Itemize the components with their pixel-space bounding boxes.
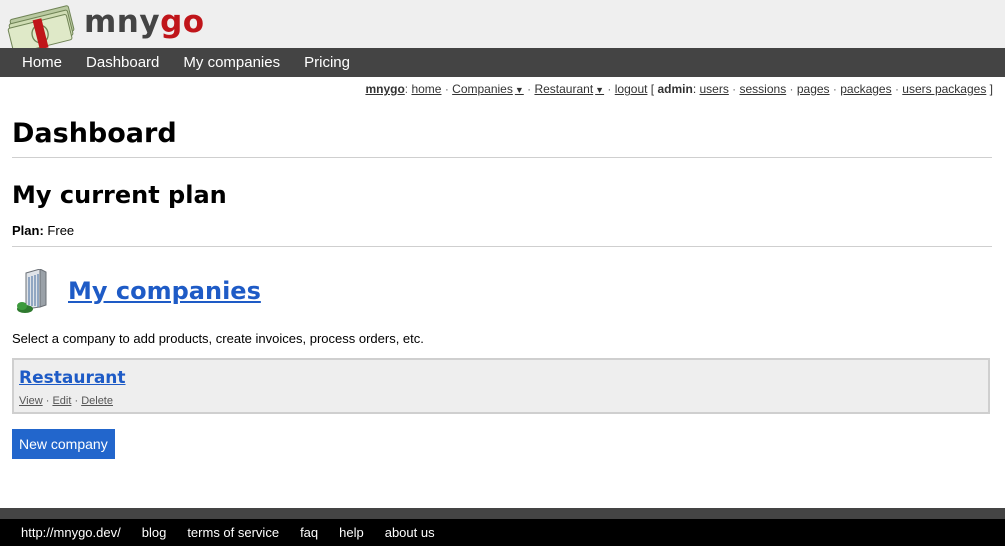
admin-sessions-link[interactable]: sessions [740, 82, 787, 96]
page-title: Dashboard [12, 118, 177, 149]
plan-label: Plan: [12, 223, 44, 238]
company-view-link[interactable]: View [19, 395, 43, 407]
companies-header: My companies [12, 247, 992, 315]
admin-bar: mnygo: home · Companies ▼ · Restaurant ▼ ·… [365, 82, 993, 96]
money-stack-icon [7, 5, 75, 48]
company-edit-link[interactable]: Edit [52, 395, 71, 407]
admin-brand-link[interactable]: mnygo [365, 82, 404, 96]
nav-pricing[interactable]: Pricing [292, 48, 362, 77]
admin-users-link[interactable]: users [699, 82, 728, 96]
logo-text: mnygo [84, 4, 205, 40]
companies-hint: Select a company to add products, create… [12, 331, 424, 346]
footer-terms-link[interactable]: terms of service [187, 525, 279, 540]
company-card: Restaurant View · Edit · Delete [12, 358, 990, 414]
building-icon [17, 269, 47, 313]
plan-value: Free [47, 223, 75, 238]
plan-line: Plan: Free [12, 213, 992, 246]
chevron-down-icon: ▼ [595, 85, 605, 95]
logo[interactable]: mnygo [6, 2, 205, 48]
my-companies-heading-link[interactable]: My companies [68, 277, 261, 305]
chevron-down-icon: ▼ [514, 85, 524, 95]
plan-heading: My current plan [12, 181, 227, 209]
nav-dashboard[interactable]: Dashboard [74, 48, 171, 77]
admin-label: admin [657, 82, 693, 96]
company-name-link[interactable]: Restaurant [19, 368, 126, 388]
admin-logout-link[interactable]: logout [615, 82, 648, 96]
admin-pages-link[interactable]: pages [797, 82, 830, 96]
nav-home[interactable]: Home [10, 48, 74, 77]
admin-packages-link[interactable]: packages [840, 82, 891, 96]
main-content: Dashboard My current plan Plan: Free My … [12, 112, 992, 459]
main-nav: Home Dashboard My companies Pricing [0, 48, 1005, 77]
admin-restaurant-dropdown[interactable]: Restaurant ▼ [534, 82, 604, 96]
header: mnygo [0, 0, 1005, 48]
admin-home-link[interactable]: home [411, 82, 441, 96]
footer-help-link[interactable]: help [339, 525, 364, 540]
new-company-button[interactable]: New company [12, 429, 115, 459]
footer-home-link[interactable]: http://mnygo.dev/ [21, 525, 121, 540]
company-delete-link[interactable]: Delete [81, 395, 113, 407]
company-actions: View · Edit · Delete [19, 395, 113, 407]
footer: http://mnygo.dev/ blog terms of service … [0, 519, 1005, 546]
footer-faq-link[interactable]: faq [300, 525, 318, 540]
admin-users-packages-link[interactable]: users packages [902, 82, 986, 96]
footer-blog-link[interactable]: blog [142, 525, 167, 540]
footer-about-link[interactable]: about us [385, 525, 435, 540]
footer-band [0, 508, 1005, 519]
admin-companies-dropdown[interactable]: Companies ▼ [452, 82, 524, 96]
nav-my-companies[interactable]: My companies [171, 48, 292, 77]
